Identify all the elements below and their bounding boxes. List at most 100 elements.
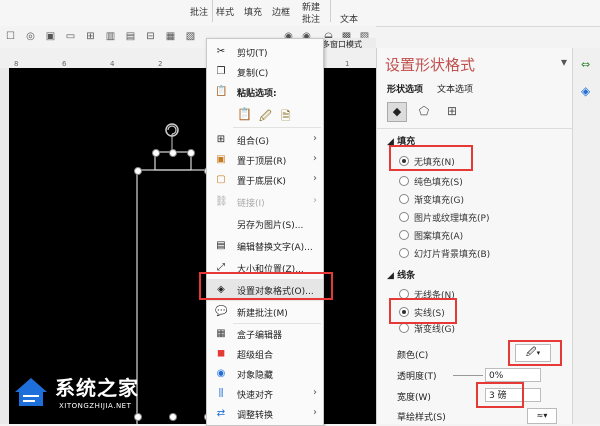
watermark: 系统之家 XITONGZHIJIA.NET [13,370,183,420]
tool-icon[interactable]: ▣ [44,30,57,43]
menu-item-bring-to-front[interactable]: ▣ 置于顶层(R) › [207,149,323,171]
super-group-icon: ◼ [216,348,226,359]
pin-icon[interactable]: ⇔ [581,58,590,71]
option-label: 渐变填充(G) [414,196,464,206]
convert-icon: ⇄ [216,408,226,419]
tool-icon[interactable]: ◎ [24,30,37,43]
paste-text-icon[interactable]: 🗎 [281,107,291,128]
paste-keep-format-icon[interactable]: 📋 [237,107,252,121]
ruler-tick: 6 [62,60,67,68]
ribbon-fill-button[interactable]: 填充 [244,5,262,18]
tool-icon[interactable]: ▤ [124,30,137,43]
menu-item-box-editor[interactable]: ▦ 盒子编辑器 [207,323,323,345]
chevron-right-icon: › [313,195,317,206]
ribbon-comment-button[interactable]: 批注 [302,12,320,25]
menu-item-label: 链接(I) [237,199,265,209]
width-label: 宽度(W) [397,393,431,403]
tool-icon[interactable]: ▧ [184,30,197,43]
house-logo-icon [15,378,47,406]
menu-item-paste-options: 📋 粘贴选项: [207,81,323,103]
ribbon-styles-button[interactable]: 样式 [216,5,234,18]
scissors-icon: ✂ [216,46,226,57]
side-icon-strip: ⇔ ◈ [572,48,600,424]
comment-icon: 💬 [215,306,228,317]
menu-item-label: 编辑替换文字(A)... [237,243,313,253]
menu-item-send-to-back[interactable]: ▢ 置于底层(K) › [207,169,323,191]
menu-item-quick-align[interactable]: ⫼ 快速对齐 › [207,383,323,405]
paste-picture-icon[interactable]: 🖉 [259,107,272,128]
menu-item-label: 盒子编辑器 [237,331,283,341]
menu-item-label: 另存为图片(S)... [237,221,304,231]
size-properties-icon[interactable]: ⊞ [443,102,461,120]
radio-pattern-fill[interactable]: 图案填充(A) [399,229,463,242]
resize-handle[interactable] [187,149,195,157]
paste-icon: 📋 [215,86,228,97]
bring-front-icon: ▣ [216,154,226,165]
send-back-icon: ▢ [216,174,226,185]
ribbon-group-label: 文本 [340,15,359,25]
radio-solid-fill[interactable]: 纯色填充(S) [399,175,463,188]
effects-icon[interactable]: ⬠ [415,102,433,120]
tool-icon[interactable]: ▭ [64,30,77,43]
highlight-box [389,145,473,171]
resize-handle[interactable] [134,167,142,175]
tab-shape-options[interactable]: 形状选项 [387,82,423,95]
menu-item-label: 置于底层(K) [237,177,286,187]
menu-item-save-as-picture[interactable]: 另存为图片(S)... [207,213,323,235]
menu-item-label: 置于顶层(R) [237,157,287,167]
fill-line-icon[interactable]: ◆ [387,102,407,122]
radio-icon [399,230,409,240]
tool-icon[interactable]: ▦ [164,30,177,43]
watermark-title: 系统之家 [55,376,139,400]
resize-handle[interactable] [152,149,160,157]
menu-item-copy[interactable]: ❐ 复制(C) [207,61,323,83]
transparency-input[interactable]: 0% [485,368,541,382]
link-icon: ⛓ [215,196,228,207]
menu-item-label: 超级组合 [237,351,274,361]
ribbon-group-label: 批注 [190,8,209,18]
radio-picture-fill[interactable]: 图片或纹理填充(P) [399,211,489,224]
radio-icon [399,176,409,186]
chevron-down-icon: ▾ [543,411,548,420]
highlight-box [508,340,562,366]
ribbon-separator [330,0,331,22]
menu-item-label: 对象隐藏 [237,371,274,381]
tool-icon[interactable]: ⊞ [84,30,97,43]
color-label: 颜色(C) [397,351,429,361]
resize-handle[interactable] [169,149,177,157]
ribbon: 批注 样式 填充 边框 新建 批注 文本 [0,0,600,27]
menu-item-label: 快速对齐 [237,391,274,401]
option-label: 幻灯片背景填充(B) [414,250,491,260]
sketch-style-dropdown[interactable]: ≈▾ [527,408,557,424]
ruler-tick: 8 [14,60,19,68]
menu-item-hide-object[interactable]: ◉ 对象隐藏 [207,363,323,385]
ribbon-border-button[interactable]: 边框 [272,5,290,18]
radio-slide-background-fill[interactable]: 幻灯片背景填充(B) [399,247,490,260]
menu-item-group[interactable]: ⊞ 组合(G) › [207,129,323,151]
highlight-box [476,382,524,408]
transparency-slider[interactable] [453,375,483,376]
chevron-right-icon: › [313,153,317,164]
ruler-tick: 2 [158,60,163,68]
chevron-right-icon: › [313,173,317,184]
tab-text-options[interactable]: 文本选项 [437,82,473,95]
line-section-header[interactable]: ◢ 线条 [387,268,415,281]
menu-item-super-group[interactable]: ◼ 超级组合 [207,343,323,365]
menu-item-new-comment[interactable]: 💬 新建批注(M) [207,301,323,323]
group-icon: ⊞ [216,134,226,145]
format-shape-panel: 设置形状格式 ▾ ✕ 形状选项 文本选项 ◆ ⬠ ⊞ ◢ 填充 无填充(N) 纯… [376,48,589,424]
radio-icon [399,194,409,204]
menu-item-label: 剪切(T) [237,49,268,59]
radio-gradient-fill[interactable]: 渐变填充(G) [399,193,464,206]
menu-item-cut[interactable]: ✂ 剪切(T) [207,41,323,63]
menu-item-edit-alt-text[interactable]: ▤ 编辑替换文字(A)... [207,235,323,257]
transparency-label: 透明度(T) [397,372,437,382]
tool-icon[interactable]: ☐ [4,30,17,43]
radio-icon [399,212,409,222]
tool-icon[interactable]: ⊟ [144,30,157,43]
panel-options-icon[interactable]: ▾ [561,55,567,69]
menu-item-adjust-convert[interactable]: ⇄ 调整转换 › [207,403,323,425]
format-pane-icon[interactable]: ◈ [581,84,590,98]
tool-icon[interactable]: ▥ [104,30,117,43]
line-header-label: 线条 [397,271,416,281]
